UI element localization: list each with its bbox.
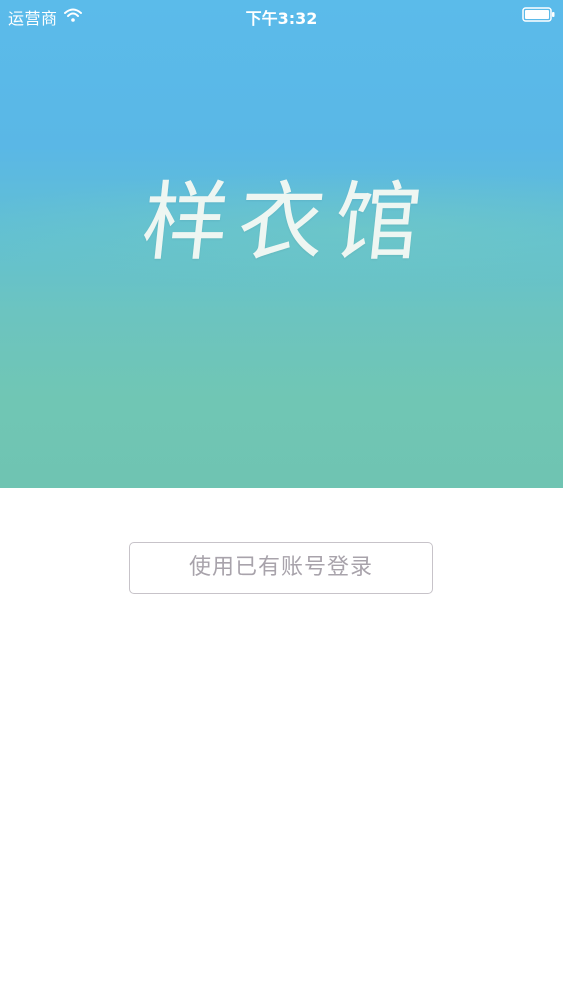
login-existing-account-button[interactable]: 使用已有账号登录: [129, 542, 433, 594]
battery-icon: [522, 7, 555, 22]
app-title: 样衣馆: [137, 173, 436, 273]
status-time: 下午3:32: [245, 9, 318, 28]
status-bar: 运营商 下午3:32: [0, 0, 563, 30]
hero-banner: 运营商 下午3:32 样衣馆: [0, 0, 563, 488]
